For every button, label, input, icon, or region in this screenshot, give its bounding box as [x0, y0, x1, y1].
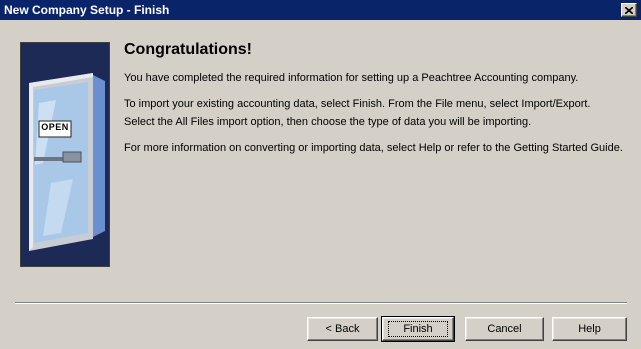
finish-button-label: Finish: [388, 321, 448, 337]
close-button[interactable]: [621, 3, 637, 17]
completion-message: You have completed the required informat…: [124, 72, 579, 84]
help-button[interactable]: Help: [552, 317, 627, 341]
open-door-illustration: OPEN: [20, 42, 110, 267]
title-bar[interactable]: New Company Setup - Finish: [0, 0, 641, 20]
content-area: Congratulations! You have completed the …: [124, 40, 624, 165]
open-sign-label: OPEN: [41, 122, 69, 132]
window-title: New Company Setup - Finish: [4, 3, 170, 17]
back-button[interactable]: < Back: [307, 317, 378, 341]
help-button-label: Help: [578, 323, 601, 335]
cancel-button-label: Cancel: [487, 323, 522, 335]
wizard-window: New Company Setup - Finish OPEN Congratu…: [0, 0, 641, 349]
page-title: Congratulations!: [124, 41, 252, 58]
back-button-label: < Back: [325, 323, 360, 335]
open-door-icon: [21, 43, 109, 266]
divider: [15, 302, 627, 304]
finish-button[interactable]: Finish: [381, 316, 455, 342]
import-instructions: To import your existing accounting data,…: [124, 98, 591, 128]
help-instructions: For more information on converting or im…: [124, 142, 623, 154]
close-icon: [625, 6, 633, 14]
cancel-button[interactable]: Cancel: [465, 317, 544, 341]
